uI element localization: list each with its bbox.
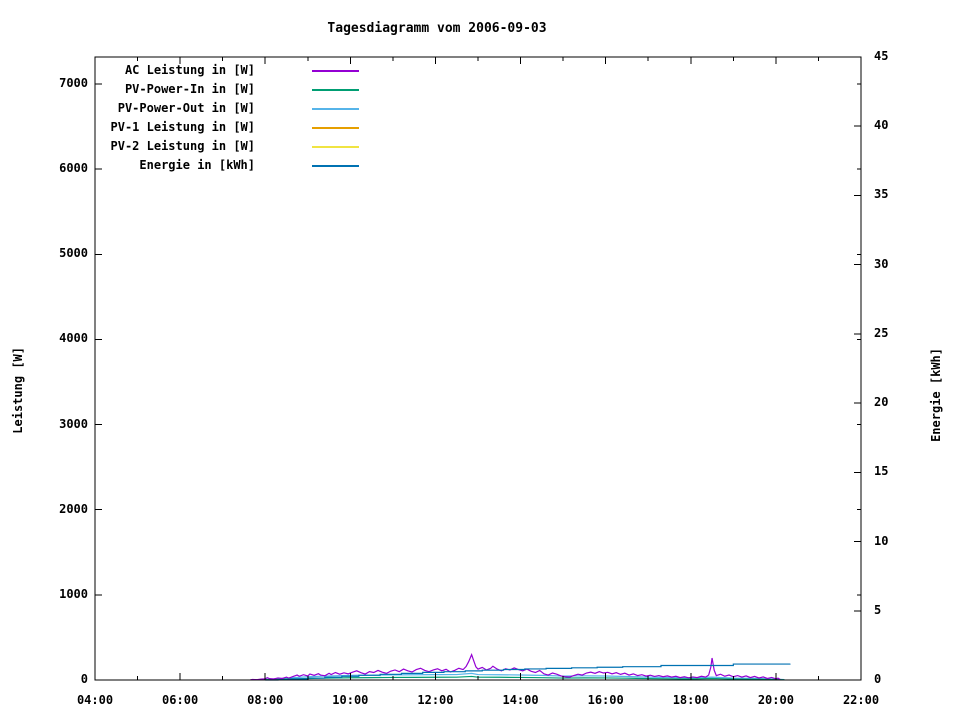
x-tick-label: 12:00 (417, 693, 453, 707)
x-tick-label: 16:00 (588, 693, 624, 707)
y-left-tick-label: 3000 (26, 417, 88, 431)
y-right-tick-label: 40 (874, 118, 888, 132)
y-right-tick-label: 35 (874, 187, 888, 201)
legend-line-sample (312, 127, 359, 129)
x-tick-label: 10:00 (332, 693, 368, 707)
legend-label: Energie in [kWh] (55, 158, 255, 172)
legend-line-sample (312, 165, 359, 167)
x-tick-label: 04:00 (77, 693, 113, 707)
y-right-tick-label: 25 (874, 326, 888, 340)
y-right-tick-label: 30 (874, 257, 888, 271)
y-right-tick-label: 45 (874, 49, 888, 63)
legend-label: PV-Power-In in [W] (55, 82, 255, 96)
legend-line-sample (312, 70, 359, 72)
x-tick-label: 06:00 (162, 693, 198, 707)
legend-line-sample (312, 89, 359, 91)
legend-label: PV-Power-Out in [W] (55, 101, 255, 115)
legend-line-sample (312, 108, 359, 110)
y-right-tick-label: 0 (874, 672, 881, 686)
y-left-tick-label: 0 (26, 672, 88, 686)
y-right-tick-label: 20 (874, 395, 888, 409)
x-tick-label: 20:00 (758, 693, 794, 707)
x-tick-label: 22:00 (843, 693, 879, 707)
x-tick-label: 18:00 (673, 693, 709, 707)
y-left-tick-label: 5000 (26, 246, 88, 260)
legend-line-sample (312, 146, 359, 148)
x-tick-label: 14:00 (502, 693, 538, 707)
y-right-tick-label: 10 (874, 534, 888, 548)
x-tick-label: 08:00 (247, 693, 283, 707)
daily-pv-chart: Tagesdiagramm vom 2006-09-03 Leistung [W… (0, 0, 960, 720)
y-left-tick-label: 4000 (26, 331, 88, 345)
legend-label: PV-1 Leistung in [W] (55, 120, 255, 134)
y-left-tick-label: 2000 (26, 502, 88, 516)
legend-label: PV-2 Leistung in [W] (55, 139, 255, 153)
y-left-tick-label: 1000 (26, 587, 88, 601)
legend-label: AC Leistung in [W] (55, 63, 255, 77)
y-right-tick-label: 5 (874, 603, 881, 617)
y-right-tick-label: 15 (874, 464, 888, 478)
